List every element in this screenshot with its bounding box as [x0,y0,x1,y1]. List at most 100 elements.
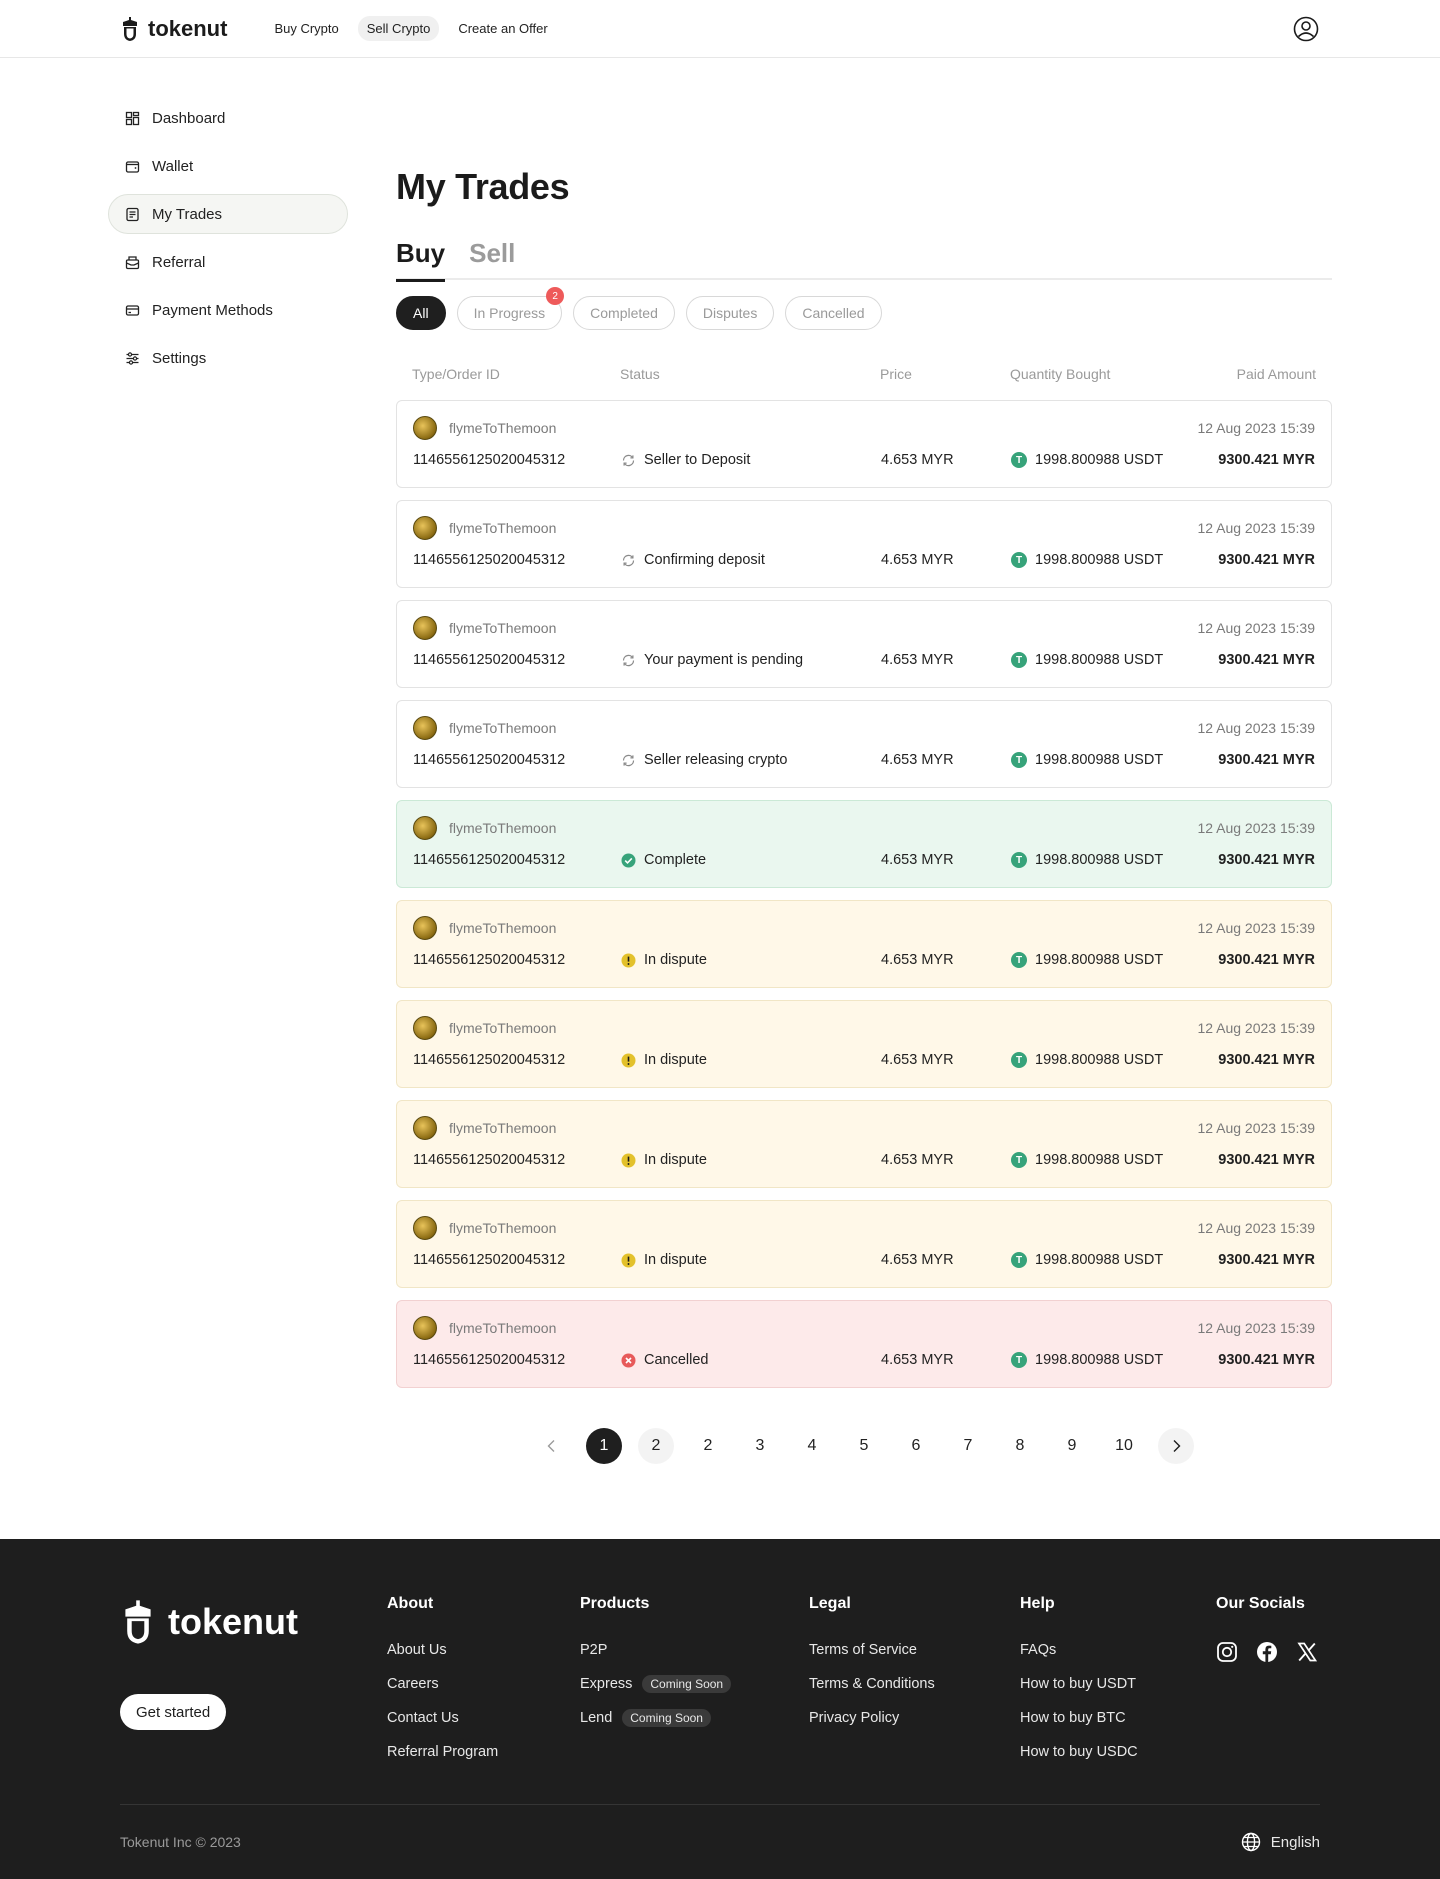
tab-buy[interactable]: Buy [396,238,446,282]
trade-date: 12 Aug 2023 15:39 [1197,620,1315,636]
trade-row-top: flymeToThemoon 12 Aug 2023 15:39 [413,1216,1315,1240]
filter-in-progress[interactable]: In Progress 2 [456,287,565,330]
paid-amount: 9300.421 MYR [1218,752,1315,768]
trade-row[interactable]: flymeToThemoon 12 Aug 2023 15:39 114655612… [396,500,1332,588]
trade-row[interactable]: flymeToThemoon 12 Aug 2023 15:39 114655612… [396,800,1332,888]
page-number-button[interactable]: 6 [898,1428,934,1464]
filter-disputes[interactable]: Disputes [685,296,775,330]
chevron-right-icon [1173,1440,1181,1452]
filter-label: In Progress [473,305,546,321]
sidebar-item-my-trades[interactable]: My Trades [108,194,348,234]
trade-row[interactable]: flymeToThemoon 12 Aug 2023 15:39 114655612… [396,400,1332,488]
footer-brand-logo[interactable]: tokenut [120,1597,298,1647]
sidebar-item-wallet[interactable]: Wallet [108,146,348,186]
sidebar-item-payment-methods[interactable]: Payment Methods [108,290,348,330]
page-number-button[interactable]: 5 [846,1428,882,1464]
get-started-button[interactable]: Get started [120,1694,227,1730]
footer-link-terms-of-service[interactable]: Terms of Service [809,1641,935,1659]
footer-col-about: About About Us Careers Contact Us Referr… [387,1595,498,1777]
page-number-button[interactable]: 9 [1054,1428,1090,1464]
refresh-icon [622,454,635,466]
trade-quantity: T 1998.800988 USDT [1011,1152,1201,1168]
sidebar-item-settings[interactable]: Settings [108,338,348,378]
page-number-button[interactable]: 4 [794,1428,830,1464]
trade-row[interactable]: flymeToThemoon 12 Aug 2023 15:39 114655612… [396,1100,1332,1188]
page-number-button[interactable]: 10 [1106,1428,1142,1464]
footer-link-express[interactable]: Express Coming Soon [580,1675,732,1693]
table-header: Type/Order ID Status Price Quantity Boug… [396,366,1332,386]
trader-name: flymeToThemoon [449,920,557,936]
avatar [413,1216,437,1240]
footer-link-about-us[interactable]: About Us [387,1641,498,1659]
footer-link-faqs[interactable]: FAQs [1020,1641,1138,1659]
order-id: 1146556125020045312 [413,752,566,768]
status-label: In dispute [644,1052,707,1068]
page-number-button[interactable]: 8 [1002,1428,1038,1464]
page-title: My Trades [396,166,570,207]
footer-link-lend[interactable]: Lend Coming Soon [580,1709,731,1727]
page-number-button[interactable]: 7 [950,1428,986,1464]
filter-all[interactable]: All [396,296,446,330]
order-id: 1146556125020045312 [413,852,566,868]
trade-row-details: 1146556125020045312 Cancelled 4.653 MYR T 19… [413,1352,1315,1368]
footer-link-buy-usdc[interactable]: How to buy USDC [1020,1743,1138,1761]
page-number-button[interactable]: 1 [586,1428,622,1464]
tab-sell[interactable]: Sell [469,238,515,280]
status-label: Seller to Deposit [644,452,751,468]
page-number-button[interactable]: 2 [690,1428,726,1464]
trade-price: 4.653 MYR [881,652,954,668]
trade-row[interactable]: flymeToThemoon 12 Aug 2023 15:39 114655612… [396,600,1332,688]
footer-link-privacy-policy[interactable]: Privacy Policy [809,1709,935,1727]
trade-price: 4.653 MYR [881,852,954,868]
avatar [413,416,437,440]
language-label: English [1270,1833,1320,1851]
filter-completed[interactable]: Completed [573,296,675,330]
x-icon[interactable] [1296,1641,1318,1663]
trade-row[interactable]: flymeToThemoon 12 Aug 2023 15:39 114655612… [396,900,1332,988]
usdt-icon: T [1011,652,1027,668]
footer-link-referral-program[interactable]: Referral Program [387,1743,498,1761]
nav-create-offer[interactable]: Create an Offer [449,16,556,41]
sliders-icon [126,351,139,365]
trade-row[interactable]: flymeToThemoon 12 Aug 2023 15:39 114655612… [396,1200,1332,1288]
trade-price: 4.653 MYR [881,1352,954,1368]
footer-link-buy-usdt[interactable]: How to buy USDT [1020,1675,1138,1693]
nav-buy-crypto[interactable]: Buy Crypto [265,16,347,41]
page-number-button[interactable]: 2 [638,1428,674,1464]
trade-date: 12 Aug 2023 15:39 [1197,820,1315,836]
instagram-icon[interactable] [1216,1641,1238,1663]
sidebar-item-referral[interactable]: Referral [108,242,348,282]
trade-price: 4.653 MYR [881,1152,954,1168]
trade-row[interactable]: flymeToThemoon 12 Aug 2023 15:39 114655612… [396,700,1332,788]
user-account-icon[interactable] [1293,16,1319,42]
brand-logo[interactable]: tokenut [120,16,227,42]
trade-date: 12 Aug 2023 15:39 [1197,1220,1315,1236]
facebook-icon[interactable] [1256,1641,1278,1663]
sidebar-item-dashboard[interactable]: Dashboard [108,98,348,138]
footer-link-p2p[interactable]: P2P [580,1641,731,1659]
quantity-value: 1998.800988 USDT [1035,652,1164,668]
nav-sell-crypto[interactable]: Sell Crypto [357,16,440,41]
language-selector[interactable]: English [1241,1832,1320,1852]
trade-row-details: 1146556125020045312 Complete 4.653 MYR T 199… [413,852,1315,868]
paid-amount: 9300.421 MYR [1218,852,1315,868]
footer-col-socials: Our Socials [1216,1595,1318,1663]
footer-link-terms-conditions[interactable]: Terms & Conditions [809,1675,935,1693]
footer-link-contact-us[interactable]: Contact Us [387,1709,498,1727]
trade-row[interactable]: flymeToThemoon 12 Aug 2023 15:39 114655612… [396,1300,1332,1388]
copyright-text: Tokenut Inc © 2023 [120,1834,241,1850]
trades-list: flymeToThemoon 12 Aug 2023 15:39 114655612… [396,400,1332,1388]
footer-link-careers[interactable]: Careers [387,1675,498,1693]
paid-amount: 9300.421 MYR [1218,1152,1315,1168]
order-id: 1146556125020045312 [413,1152,566,1168]
trade-price: 4.653 MYR [881,1252,954,1268]
trade-type-tabs: Buy Sell [396,238,1332,282]
trader-name: flymeToThemoon [449,1220,557,1236]
filter-cancelled[interactable]: Cancelled [785,296,882,330]
prev-page-button[interactable] [534,1428,570,1464]
page-number-button[interactable]: 3 [742,1428,778,1464]
trade-row[interactable]: flymeToThemoon 12 Aug 2023 15:39 114655612… [396,1000,1332,1088]
trade-quantity: T 1998.800988 USDT [1011,952,1201,968]
footer-link-buy-btc[interactable]: How to buy BTC [1020,1709,1138,1727]
next-page-button[interactable] [1158,1428,1194,1464]
